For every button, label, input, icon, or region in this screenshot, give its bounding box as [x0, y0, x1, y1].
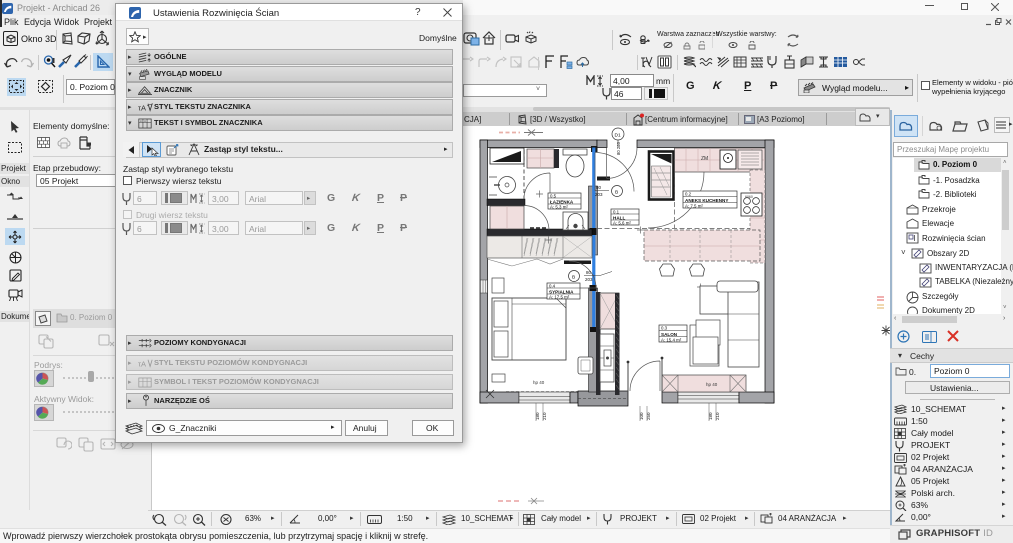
- svg-text:203: 203: [585, 277, 593, 282]
- svg-text:B: B: [615, 190, 618, 196]
- svg-text:203: 203: [595, 192, 603, 197]
- svg-text:D1: D1: [615, 133, 621, 139]
- svg-text:A: 7,5 m²: A: 7,5 m²: [685, 203, 703, 208]
- svg-text:ZM: ZM: [701, 156, 708, 162]
- svg-text:0.3: 0.3: [661, 326, 668, 331]
- svg-text:hp 40: hp 40: [533, 380, 545, 385]
- svg-text:SALON: SALON: [661, 332, 678, 337]
- svg-text:τΑ: τΑ: [138, 103, 146, 112]
- svg-text:80: 80: [596, 185, 602, 190]
- svg-text:A: 17,5 m²: A: 17,5 m²: [549, 295, 570, 300]
- svg-text:0.2: 0.2: [685, 192, 692, 197]
- svg-text:0.4: 0.4: [549, 284, 556, 289]
- svg-text:ANEKS KUCHENNY: ANEKS KUCHENNY: [685, 198, 728, 203]
- svg-text:hp 40: hp 40: [706, 382, 718, 387]
- svg-text:80: 80: [586, 270, 592, 275]
- svg-text:A: 15,4 m²: A: 15,4 m²: [661, 337, 682, 342]
- svg-text:80 203: 80 203: [616, 142, 621, 155]
- svg-text:0.5: 0.5: [550, 194, 557, 199]
- svg-text:6060: 6060: [745, 195, 753, 199]
- svg-text:0.1: 0.1: [613, 210, 620, 215]
- svg-text:A: 5,3 m²: A: 5,3 m²: [550, 205, 568, 210]
- svg-text:τΑ: τΑ: [138, 359, 146, 368]
- svg-text:A: 5,6 m²: A: 5,6 m²: [613, 221, 631, 226]
- svg-text:B: B: [572, 275, 575, 281]
